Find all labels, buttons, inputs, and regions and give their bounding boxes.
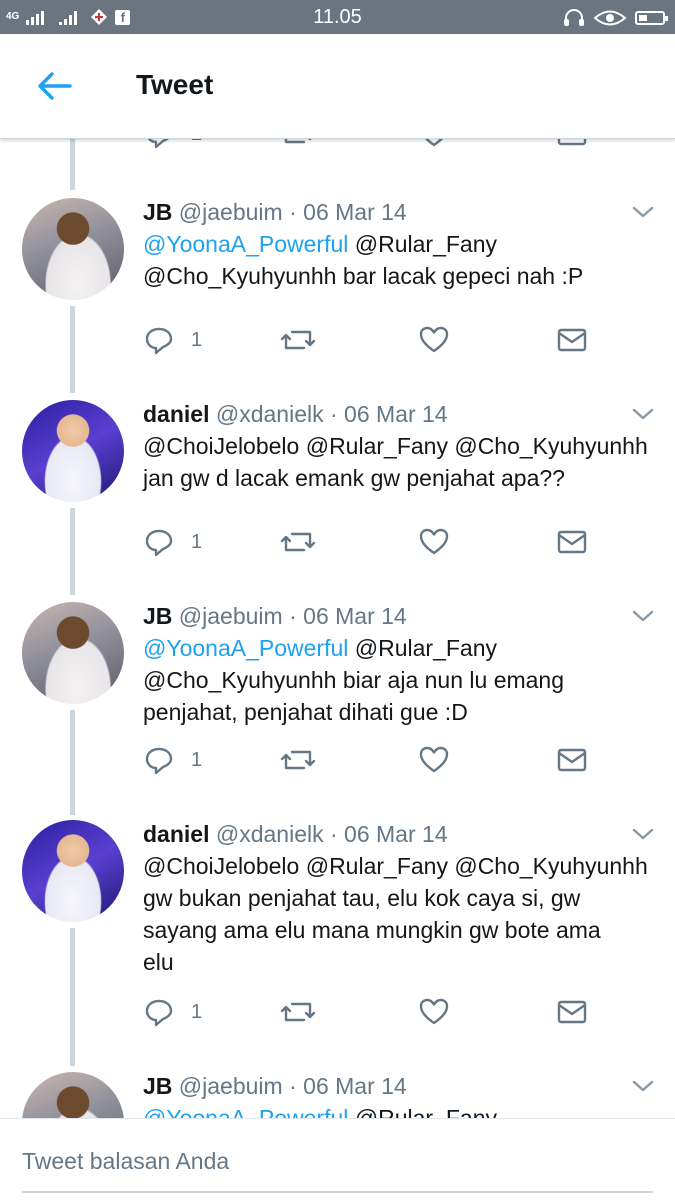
tweet-text: @YoonaA_Powerful @Rular_Fany @Cho_Kyuhyu… bbox=[143, 635, 565, 725]
heart-icon bbox=[419, 326, 449, 353]
tweet-date: 06 Mar 14 bbox=[303, 603, 407, 629]
retweet-button[interactable] bbox=[280, 324, 316, 356]
chevron-down-icon[interactable] bbox=[630, 406, 656, 422]
reply-composer: Tweet balasan Anda bbox=[0, 1118, 675, 1201]
avatar[interactable] bbox=[22, 602, 124, 704]
back-arrow-icon[interactable] bbox=[34, 70, 74, 102]
author-name[interactable]: JB bbox=[143, 603, 172, 629]
reply-button[interactable]: 1 bbox=[143, 744, 202, 776]
retweet-icon bbox=[280, 1002, 316, 1022]
thread-line bbox=[70, 138, 75, 190]
envelope-icon bbox=[557, 748, 587, 772]
tweet-text: @ChoiJelobelo @Rular_Fany @Cho_Kyuhyunhh… bbox=[143, 853, 648, 975]
dm-button[interactable] bbox=[556, 744, 588, 776]
tweet-date: 06 Mar 14 bbox=[303, 199, 407, 225]
heart-icon bbox=[419, 746, 449, 773]
reply-button[interactable]: 1 bbox=[143, 526, 202, 558]
avatar[interactable] bbox=[22, 400, 124, 502]
reply-icon bbox=[145, 999, 173, 1027]
like-button[interactable] bbox=[418, 744, 450, 776]
tweet-text: @ChoiJelobelo @Rular_Fany @Cho_Kyuhyunhh… bbox=[143, 433, 648, 491]
dm-button[interactable] bbox=[556, 996, 588, 1028]
like-button[interactable] bbox=[418, 526, 450, 558]
retweet-icon bbox=[280, 532, 316, 552]
avatar[interactable] bbox=[22, 820, 124, 922]
author-name[interactable]: JB bbox=[143, 199, 172, 225]
heart-icon bbox=[419, 998, 449, 1025]
like-button[interactable] bbox=[418, 996, 450, 1028]
chevron-down-icon[interactable] bbox=[630, 1078, 656, 1094]
reply-input[interactable]: Tweet balasan Anda bbox=[22, 1147, 229, 1175]
tweet-date: 06 Mar 14 bbox=[344, 821, 448, 847]
retweet-icon bbox=[280, 330, 316, 350]
top-app-bar: Tweet bbox=[0, 34, 675, 139]
mention-link[interactable]: @YoonaA_Powerful bbox=[143, 1105, 348, 1118]
reply-button[interactable]: 1 bbox=[143, 324, 202, 356]
avatar[interactable] bbox=[22, 198, 124, 300]
author-name[interactable]: daniel bbox=[143, 401, 209, 427]
tweet-text: @YoonaA_Powerful @Rular_Fany @Cho_Kyuhyu… bbox=[143, 231, 584, 289]
retweet-button[interactable] bbox=[280, 526, 316, 558]
reply-thread: 2 JB @jaebuim · 06 Mar 14 @YoonaA_P bbox=[0, 0, 675, 1118]
author-handle: @jaebuim bbox=[178, 603, 283, 629]
reply-icon bbox=[145, 529, 173, 557]
author-handle: @xdanielk bbox=[215, 401, 324, 427]
envelope-icon bbox=[557, 1000, 587, 1024]
reply-icon bbox=[145, 747, 173, 775]
tweet-date: 06 Mar 14 bbox=[344, 401, 448, 427]
author-handle: @jaebuim bbox=[178, 199, 283, 225]
reply-count: 1 bbox=[191, 530, 203, 553]
retweet-button[interactable] bbox=[280, 996, 316, 1028]
page-title: Tweet bbox=[136, 69, 214, 100]
input-underline bbox=[22, 1191, 653, 1193]
chevron-down-icon[interactable] bbox=[630, 826, 656, 842]
author-handle: @jaebuim bbox=[178, 1073, 283, 1099]
tweet-date: 06 Mar 14 bbox=[303, 1073, 407, 1099]
author-name[interactable]: daniel bbox=[143, 821, 209, 847]
mention-link[interactable]: @YoonaA_Powerful bbox=[143, 231, 348, 257]
envelope-icon bbox=[557, 530, 587, 554]
author-name[interactable]: JB bbox=[143, 1073, 172, 1099]
chevron-down-icon[interactable] bbox=[630, 608, 656, 624]
reply-button[interactable]: 1 bbox=[143, 996, 202, 1028]
retweet-button[interactable] bbox=[280, 744, 316, 776]
mention-link[interactable]: @YoonaA_Powerful bbox=[143, 635, 348, 661]
reply-count: 1 bbox=[191, 748, 203, 771]
thread-line bbox=[70, 710, 75, 815]
reply-count: 1 bbox=[191, 1000, 203, 1023]
reply-count: 1 bbox=[191, 328, 203, 351]
tweet-text: @YoonaA_Powerful @Rular_Fany bbox=[143, 1102, 655, 1118]
reply-icon bbox=[145, 327, 173, 355]
author-handle: @xdanielk bbox=[215, 821, 324, 847]
thread-line bbox=[70, 928, 75, 1066]
chevron-down-icon[interactable] bbox=[630, 204, 656, 220]
like-button[interactable] bbox=[418, 324, 450, 356]
dm-button[interactable] bbox=[556, 324, 588, 356]
avatar[interactable] bbox=[22, 1072, 124, 1118]
envelope-icon bbox=[557, 328, 587, 352]
thread-line bbox=[70, 306, 75, 393]
heart-icon bbox=[419, 528, 449, 555]
retweet-icon bbox=[280, 750, 316, 770]
thread-line bbox=[70, 508, 75, 595]
dm-button[interactable] bbox=[556, 526, 588, 558]
